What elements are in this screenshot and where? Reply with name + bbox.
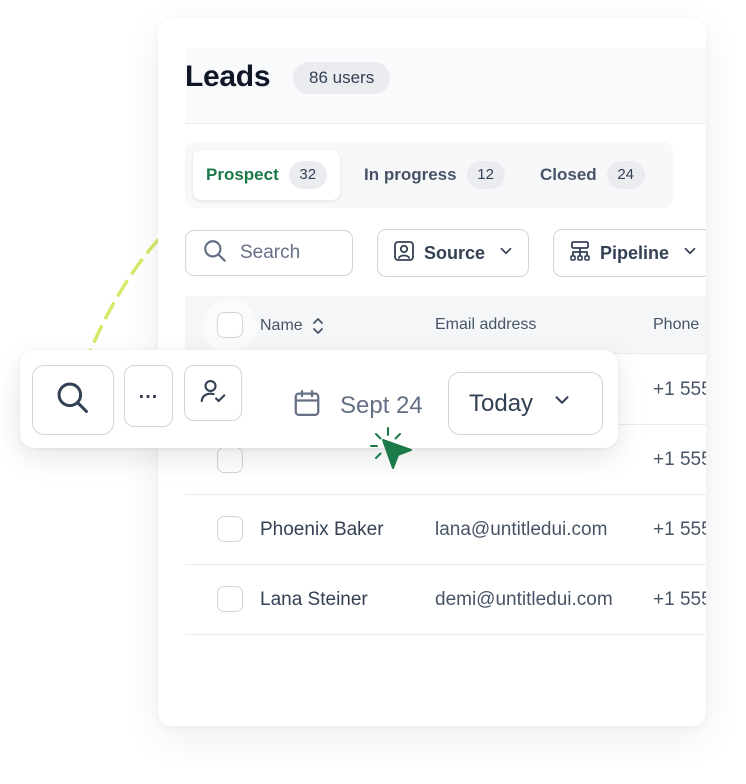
search-icon — [202, 238, 228, 269]
chevron-down-icon — [551, 389, 573, 418]
tab-closed[interactable]: Closed 24 — [527, 150, 658, 200]
more-icon: ... — [138, 380, 159, 403]
source-dropdown[interactable]: Source — [377, 229, 529, 277]
search-field[interactable] — [185, 230, 353, 276]
select-all-checkbox[interactable] — [217, 312, 243, 338]
table-row[interactable]: Lana Steiner demi@untitledui.com +1 555 — [185, 565, 706, 635]
phone-cell: +1 555 — [653, 449, 706, 470]
date-range-label: Today — [469, 389, 534, 417]
phone-cell: +1 555 — [653, 379, 706, 400]
date-display[interactable]: Sept 24 — [292, 387, 423, 424]
floating-toolbar: ... Sept 24 Today — [20, 350, 618, 448]
column-header-name[interactable]: Name — [260, 316, 325, 336]
column-header-email: Email address — [435, 316, 537, 333]
phone-cell: +1 555 — [653, 519, 706, 540]
hierarchy-icon — [568, 239, 592, 268]
source-label: Source — [424, 242, 486, 263]
tab-prospect[interactable]: Prospect 32 — [193, 150, 340, 200]
pipeline-dropdown[interactable]: Pipeline — [553, 229, 706, 277]
chevron-down-icon — [497, 242, 515, 265]
chevron-down-icon — [681, 242, 699, 265]
name-cell: Lana Steiner — [260, 589, 368, 610]
user-count-badge: 86 users — [293, 62, 391, 94]
user-check-icon — [198, 376, 228, 411]
search-icon — [54, 379, 92, 422]
date-range-dropdown[interactable]: Today — [448, 372, 603, 435]
more-button[interactable]: ... — [124, 365, 173, 427]
tab-count-badge: 12 — [466, 161, 505, 189]
date-text: Sept 24 — [340, 391, 423, 419]
row-checkbox[interactable] — [217, 447, 243, 473]
table-header: Name Email address Phone — [185, 296, 706, 354]
search-input[interactable] — [240, 242, 340, 264]
tab-label: In progress — [364, 165, 457, 184]
column-header-phone: Phone — [653, 316, 700, 333]
row-checkbox[interactable] — [217, 516, 243, 542]
phone-cell: +1 555 — [653, 589, 706, 610]
tab-count-badge: 24 — [606, 161, 645, 189]
user-square-icon — [392, 239, 416, 268]
chevron-selector-icon — [311, 316, 325, 336]
name-cell: Phoenix Baker — [260, 519, 384, 540]
pipeline-label: Pipeline — [600, 242, 670, 263]
email-cell: demi@untitledui.com — [435, 589, 613, 610]
calendar-icon — [292, 387, 322, 424]
tab-in-progress[interactable]: In progress 12 — [351, 150, 518, 200]
cursor-click-icon — [370, 427, 412, 469]
assign-user-button[interactable] — [184, 365, 242, 421]
search-button[interactable] — [32, 365, 114, 435]
tab-label: Closed — [540, 165, 597, 184]
email-cell: lana@untitledui.com — [435, 519, 608, 540]
table-row[interactable]: Phoenix Baker lana@untitledui.com +1 555 — [185, 495, 706, 565]
tab-bar: Prospect 32 In progress 12 Closed 24 — [185, 142, 673, 208]
tab-count-badge: 32 — [288, 161, 327, 189]
row-checkbox[interactable] — [217, 586, 243, 612]
page-title: Leads — [185, 60, 271, 93]
tab-label: Prospect — [206, 165, 279, 184]
